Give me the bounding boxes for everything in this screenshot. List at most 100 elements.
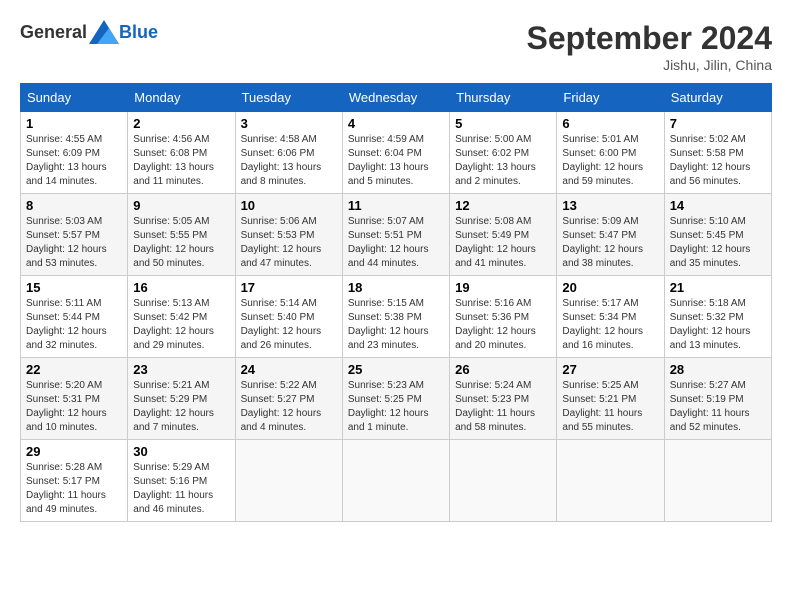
calendar-week-row: 1 Sunrise: 4:55 AMSunset: 6:09 PMDaylight…	[21, 112, 772, 194]
day-header-sunday: Sunday	[21, 84, 128, 112]
day-info: Sunrise: 5:07 AMSunset: 5:51 PMDaylight:…	[348, 215, 444, 271]
day-info: Sunrise: 4:55 AMSunset: 6:09 PMDaylight:…	[26, 133, 122, 189]
calendar-cell: 13 Sunrise: 5:09 AMSunset: 5:47 PMDayligh…	[557, 194, 664, 276]
calendar-cell: 5 Sunrise: 5:00 AMSunset: 6:02 PMDaylight…	[450, 112, 557, 194]
calendar-cell: 24 Sunrise: 5:22 AMSunset: 5:27 PMDayligh…	[235, 358, 342, 440]
page-header: General Blue September 2024 Jishu, Jilin…	[20, 20, 772, 73]
calendar-cell: 30 Sunrise: 5:29 AMSunset: 5:16 PMDayligh…	[128, 440, 235, 522]
day-info: Sunrise: 5:00 AMSunset: 6:02 PMDaylight:…	[455, 133, 551, 189]
logo-icon	[89, 20, 119, 44]
day-number: 8	[26, 198, 122, 213]
day-info: Sunrise: 4:56 AMSunset: 6:08 PMDaylight:…	[133, 133, 229, 189]
day-header-tuesday: Tuesday	[235, 84, 342, 112]
day-info: Sunrise: 5:03 AMSunset: 5:57 PMDaylight:…	[26, 215, 122, 271]
day-number: 19	[455, 280, 551, 295]
day-number: 30	[133, 444, 229, 459]
day-info: Sunrise: 5:25 AMSunset: 5:21 PMDaylight:…	[562, 379, 658, 435]
calendar-cell: 10Sunrise: 5:06 AMSunset: 5:53 PMDayligh…	[235, 194, 342, 276]
day-number: 28	[670, 362, 766, 377]
title-block: September 2024 Jishu, Jilin, China	[527, 20, 772, 73]
logo-general: General	[20, 22, 87, 43]
day-number: 25	[348, 362, 444, 377]
day-number: 17	[241, 280, 337, 295]
day-number: 27	[562, 362, 658, 377]
day-info: Sunrise: 5:10 AMSunset: 5:45 PMDaylight:…	[670, 215, 766, 271]
day-number: 24	[241, 362, 337, 377]
calendar-cell: 4 Sunrise: 4:59 AMSunset: 6:04 PMDaylight…	[342, 112, 449, 194]
calendar-cell: 20Sunrise: 5:17 AMSunset: 5:34 PMDayligh…	[557, 276, 664, 358]
location: Jishu, Jilin, China	[527, 57, 772, 73]
day-info: Sunrise: 5:20 AMSunset: 5:31 PMDaylight:…	[26, 379, 122, 435]
day-number: 26	[455, 362, 551, 377]
day-info: Sunrise: 5:21 AMSunset: 5:29 PMDaylight:…	[133, 379, 229, 435]
calendar-header-row: SundayMondayTuesdayWednesdayThursdayFrid…	[21, 84, 772, 112]
day-number: 21	[670, 280, 766, 295]
calendar-cell: 14 Sunrise: 5:10 AMSunset: 5:45 PMDayligh…	[664, 194, 771, 276]
day-info: Sunrise: 5:18 AMSunset: 5:32 PMDaylight:…	[670, 297, 766, 353]
calendar-cell: 23 Sunrise: 5:21 AMSunset: 5:29 PMDayligh…	[128, 358, 235, 440]
day-number: 18	[348, 280, 444, 295]
calendar-cell: 25 Sunrise: 5:23 AMSunset: 5:25 PMDayligh…	[342, 358, 449, 440]
day-number: 9	[133, 198, 229, 213]
day-info: Sunrise: 5:09 AMSunset: 5:47 PMDaylight:…	[562, 215, 658, 271]
day-number: 14	[670, 198, 766, 213]
day-number: 29	[26, 444, 122, 459]
calendar-cell: 12 Sunrise: 5:08 AMSunset: 5:49 PMDayligh…	[450, 194, 557, 276]
day-info: Sunrise: 5:27 AMSunset: 5:19 PMDaylight:…	[670, 379, 766, 435]
day-info: Sunrise: 5:14 AMSunset: 5:40 PMDaylight:…	[241, 297, 337, 353]
day-number: 22	[26, 362, 122, 377]
calendar-cell: 9 Sunrise: 5:05 AMSunset: 5:55 PMDaylight…	[128, 194, 235, 276]
calendar-cell: 16Sunrise: 5:13 AMSunset: 5:42 PMDayligh…	[128, 276, 235, 358]
calendar-cell: 21 Sunrise: 5:18 AMSunset: 5:32 PMDayligh…	[664, 276, 771, 358]
day-info: Sunrise: 5:22 AMSunset: 5:27 PMDaylight:…	[241, 379, 337, 435]
day-info: Sunrise: 5:16 AMSunset: 5:36 PMDaylight:…	[455, 297, 551, 353]
calendar-week-row: 29Sunrise: 5:28 AMSunset: 5:17 PMDayligh…	[21, 440, 772, 522]
day-number: 12	[455, 198, 551, 213]
day-info: Sunrise: 5:06 AMSunset: 5:53 PMDaylight:…	[241, 215, 337, 271]
day-number: 11	[348, 198, 444, 213]
day-info: Sunrise: 5:29 AMSunset: 5:16 PMDaylight:…	[133, 461, 229, 517]
calendar-cell: 27 Sunrise: 5:25 AMSunset: 5:21 PMDayligh…	[557, 358, 664, 440]
calendar-cell: 7 Sunrise: 5:02 AMSunset: 5:58 PMDaylight…	[664, 112, 771, 194]
calendar-cell: 19 Sunrise: 5:16 AMSunset: 5:36 PMDayligh…	[450, 276, 557, 358]
day-info: Sunrise: 5:23 AMSunset: 5:25 PMDaylight:…	[348, 379, 444, 435]
day-info: Sunrise: 5:01 AMSunset: 6:00 PMDaylight:…	[562, 133, 658, 189]
day-number: 7	[670, 116, 766, 131]
day-number: 6	[562, 116, 658, 131]
calendar-cell: 8 Sunrise: 5:03 AMSunset: 5:57 PMDaylight…	[21, 194, 128, 276]
day-info: Sunrise: 5:13 AMSunset: 5:42 PMDaylight:…	[133, 297, 229, 353]
day-number: 2	[133, 116, 229, 131]
day-number: 15	[26, 280, 122, 295]
calendar-cell: 3 Sunrise: 4:58 AMSunset: 6:06 PMDaylight…	[235, 112, 342, 194]
calendar-table: SundayMondayTuesdayWednesdayThursdayFrid…	[20, 83, 772, 522]
day-number: 5	[455, 116, 551, 131]
day-info: Sunrise: 5:02 AMSunset: 5:58 PMDaylight:…	[670, 133, 766, 189]
calendar-cell: 29Sunrise: 5:28 AMSunset: 5:17 PMDayligh…	[21, 440, 128, 522]
day-header-friday: Friday	[557, 84, 664, 112]
day-header-monday: Monday	[128, 84, 235, 112]
day-info: Sunrise: 5:08 AMSunset: 5:49 PMDaylight:…	[455, 215, 551, 271]
day-header-thursday: Thursday	[450, 84, 557, 112]
month-title: September 2024	[527, 20, 772, 57]
day-info: Sunrise: 4:59 AMSunset: 6:04 PMDaylight:…	[348, 133, 444, 189]
calendar-cell: 6 Sunrise: 5:01 AMSunset: 6:00 PMDaylight…	[557, 112, 664, 194]
day-info: Sunrise: 5:17 AMSunset: 5:34 PMDaylight:…	[562, 297, 658, 353]
logo: General Blue	[20, 20, 158, 44]
day-number: 4	[348, 116, 444, 131]
logo-blue: Blue	[119, 22, 158, 43]
calendar-cell: 22 Sunrise: 5:20 AMSunset: 5:31 PMDayligh…	[21, 358, 128, 440]
day-info: Sunrise: 4:58 AMSunset: 6:06 PMDaylight:…	[241, 133, 337, 189]
day-number: 13	[562, 198, 658, 213]
calendar-cell: 11 Sunrise: 5:07 AMSunset: 5:51 PMDayligh…	[342, 194, 449, 276]
day-number: 3	[241, 116, 337, 131]
day-info: Sunrise: 5:05 AMSunset: 5:55 PMDaylight:…	[133, 215, 229, 271]
calendar-cell: 2 Sunrise: 4:56 AMSunset: 6:08 PMDaylight…	[128, 112, 235, 194]
calendar-cell	[450, 440, 557, 522]
day-number: 1	[26, 116, 122, 131]
day-header-wednesday: Wednesday	[342, 84, 449, 112]
calendar-cell	[664, 440, 771, 522]
day-number: 23	[133, 362, 229, 377]
calendar-week-row: 8 Sunrise: 5:03 AMSunset: 5:57 PMDaylight…	[21, 194, 772, 276]
day-info: Sunrise: 5:15 AMSunset: 5:38 PMDaylight:…	[348, 297, 444, 353]
calendar-cell: 17 Sunrise: 5:14 AMSunset: 5:40 PMDayligh…	[235, 276, 342, 358]
